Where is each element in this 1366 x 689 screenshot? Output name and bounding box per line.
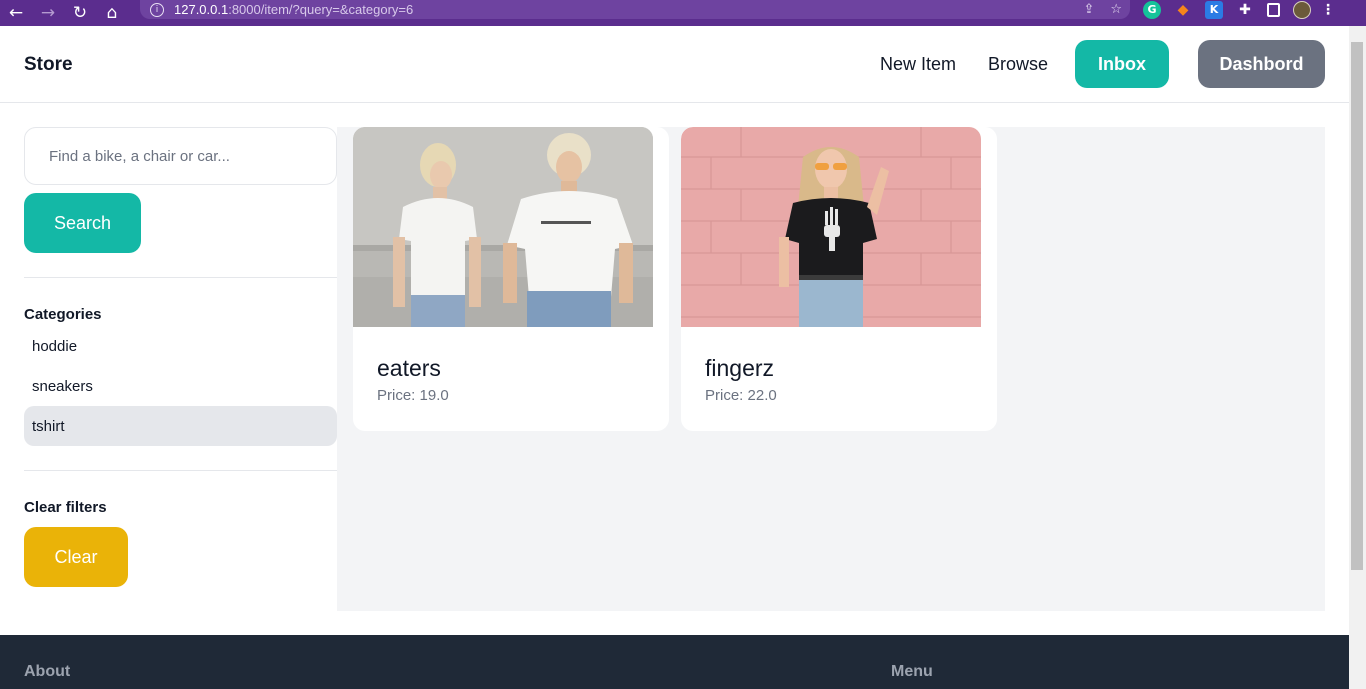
url-path: :8000/item/?query=&category=6 xyxy=(228,2,414,17)
scrollbar-thumb[interactable] xyxy=(1351,42,1363,570)
clear-button[interactable]: Clear xyxy=(24,527,128,587)
grammarly-extension-icon[interactable]: G xyxy=(1143,0,1161,19)
url-host: 127.0.0.1 xyxy=(174,2,229,17)
category-item-sneakers[interactable]: sneakers xyxy=(24,366,337,406)
site-footer: About Menu xyxy=(0,635,1349,689)
search-button[interactable]: Search xyxy=(24,193,141,253)
side-panel-icon[interactable] xyxy=(1267,2,1280,17)
inbox-button[interactable]: Inbox xyxy=(1075,40,1169,88)
divider xyxy=(24,277,337,278)
browser-menu-icon[interactable]: ⋮ xyxy=(1321,1,1335,19)
categories-heading: Categories xyxy=(24,306,102,323)
filter-sidebar: Find a bike, a chair or car... Search Ca… xyxy=(24,127,337,611)
forward-arrow-icon[interactable]: → xyxy=(32,0,64,26)
category-item-tshirt[interactable]: tshirt xyxy=(24,406,337,446)
share-icon[interactable]: ⇪ xyxy=(1083,2,1094,17)
metamask-extension-icon[interactable]: ◆ xyxy=(1174,1,1192,19)
search-input[interactable]: Find a bike, a chair or car... xyxy=(24,127,337,185)
item-card[interactable]: eaters Price: 19.0 xyxy=(353,127,669,431)
k-extension-icon[interactable]: K xyxy=(1205,0,1223,19)
divider xyxy=(24,470,337,471)
extensions-puzzle-icon[interactable]: ✚ xyxy=(1236,1,1254,19)
reload-icon[interactable]: ↻ xyxy=(64,0,96,26)
dashboard-button[interactable]: Dashbord xyxy=(1198,40,1325,88)
footer-about-heading: About xyxy=(24,663,71,680)
clear-filters-heading: Clear filters xyxy=(24,499,107,516)
category-item-hoddie[interactable]: hoddie xyxy=(24,326,337,366)
item-photo[interactable] xyxy=(681,127,981,327)
profile-avatar-icon[interactable] xyxy=(1293,0,1311,19)
item-photo[interactable] xyxy=(353,127,653,327)
browse-link[interactable]: Browse xyxy=(988,54,1048,75)
home-icon[interactable]: ⌂ xyxy=(96,0,128,26)
site-info-icon[interactable]: i xyxy=(150,2,164,17)
page-scrollbar[interactable] xyxy=(1349,26,1366,689)
footer-menu-heading: Menu xyxy=(891,663,933,680)
address-bar[interactable]: i 127.0.0.1:8000/item/?query=&category=6… xyxy=(140,0,1130,19)
new-item-link[interactable]: New Item xyxy=(880,54,956,75)
browser-toolbar: ← → ↻ ⌂ i 127.0.0.1:8000/item/?query=&ca… xyxy=(0,0,1366,26)
bookmark-star-icon[interactable]: ☆ xyxy=(1110,2,1122,17)
item-name[interactable]: fingerz xyxy=(705,355,774,382)
back-arrow-icon[interactable]: ← xyxy=(0,0,32,26)
item-price: Price: 22.0 xyxy=(705,387,777,404)
item-price: Price: 19.0 xyxy=(377,387,449,404)
item-name[interactable]: eaters xyxy=(377,355,441,382)
site-header: Store New Item Browse Inbox Dashbord xyxy=(0,26,1349,103)
item-card[interactable]: fingerz Price: 22.0 xyxy=(681,127,997,431)
brand-logo-link[interactable]: Store xyxy=(24,54,73,76)
